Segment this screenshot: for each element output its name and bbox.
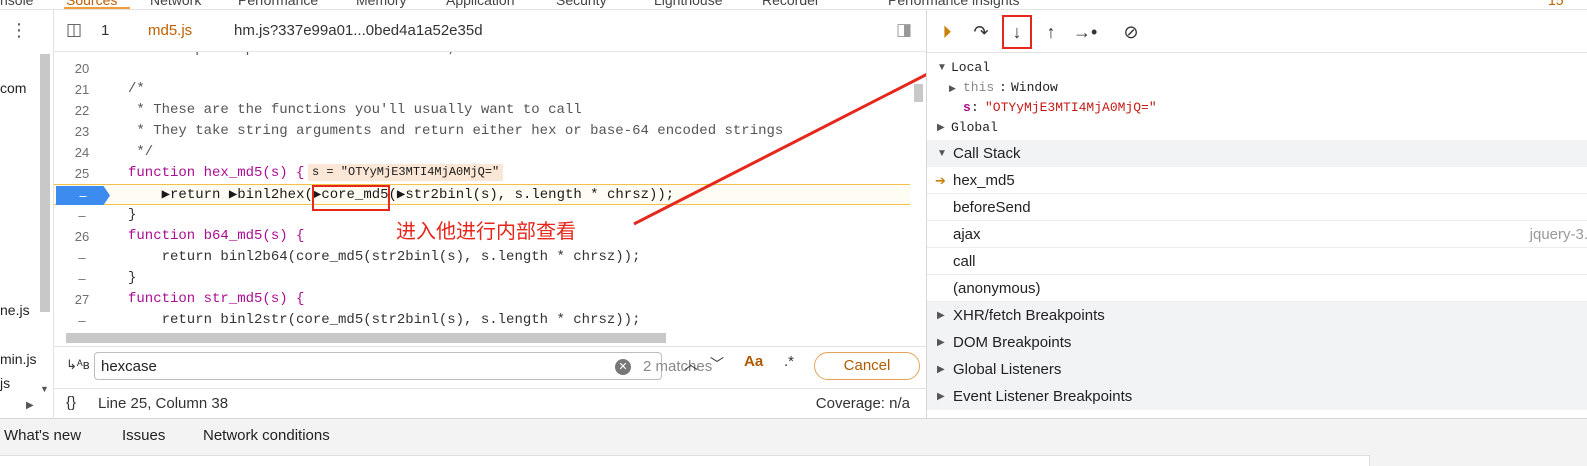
debugger-sidebar: ⏵ ↷ ↓ ↑ →• ⊘ ▼ Local ▶ this : Window s :… [926,10,1587,418]
expand-icon: ▶ [937,391,945,402]
previous-match-icon[interactable]: ︿ [684,354,698,374]
annotation-label: 进入他进行内部查看 [396,219,576,243]
step-icon[interactable]: →• [1073,20,1097,44]
frame-name: beforeSend [953,199,1031,216]
section-title: Global Listeners [953,361,1062,378]
match-count: 2 matches [643,358,713,375]
search-input[interactable]: hexcase ✕ 2 matches [94,352,712,380]
step-over-icon[interactable]: ↷ [969,20,993,44]
expand-icon: ▶ [937,337,945,348]
cursor-position: Line 25, Column 38 [98,395,229,412]
scope-s-key[interactable]: s [963,98,971,118]
call-frame[interactable]: beforeSend [927,194,1587,221]
step-out-icon[interactable]: ↑ [1039,20,1063,44]
frame-location: jquery-3. [1529,226,1587,243]
debugger-toolbar: ⏵ ↷ ↓ ↑ →• ⊘ [927,10,1587,53]
drawer: What's new Issues Network conditions [0,418,1587,466]
expand-this-icon[interactable]: ▶ [949,78,956,98]
pretty-print-icon[interactable]: {} [66,394,76,411]
section-title: DOM Breakpoints [953,334,1072,351]
drawer-tab-issues[interactable]: Issues [122,427,165,444]
call-stack-header[interactable]: ▼ Call Stack [927,140,1587,167]
section-dom-breakpoints[interactable]: ▶ DOM Breakpoints [927,329,1587,356]
clear-search-icon[interactable]: ✕ [615,359,631,375]
call-stack-title: Call Stack [953,145,1021,162]
call-frame[interactable]: (anonymous) [927,275,1587,302]
coverage-status: Coverage: n/a [815,395,910,412]
frame-name: hex_md5 [953,172,1015,189]
editor-status-bar: {} Line 25, Column 38 Coverage: n/a [54,388,926,418]
current-frame-arrow-icon: ➔ [935,173,946,188]
resume-icon[interactable]: ⏵ [935,20,959,44]
drawer-content [0,455,1370,466]
expand-icon: ▶ [937,310,945,321]
scope-this-value: Window [1011,80,1058,95]
section-global-listeners[interactable]: ▶ Global Listeners [927,356,1587,383]
call-frame[interactable]: ajax jquery-3. [927,221,1587,248]
deactivate-breakpoints-icon[interactable]: ⊘ [1119,20,1143,44]
cancel-search-button[interactable]: Cancel [814,352,920,380]
section-title: XHR/fetch Breakpoints [953,307,1105,324]
collapse-call-stack-icon: ▼ [937,148,947,159]
search-query: hexcase [101,358,157,375]
section-title: Event Listener Breakpoints [953,388,1133,405]
scope-s-value: "OTYyMjE3MTI4MjA0MjQ=" [985,100,1157,115]
drawer-tab-network-conditions[interactable]: Network conditions [203,427,330,444]
call-frame[interactable]: call [927,248,1587,275]
replace-toggle-icon[interactable]: ↳ᴬʙ [66,357,90,373]
scope-s-colon: : [971,100,979,115]
drawer-tab-whats-new[interactable]: What's new [4,427,81,444]
expand-icon: ▶ [937,364,945,375]
match-case-button[interactable]: Aa [744,353,763,370]
frame-name: (anonymous) [953,280,1041,297]
collapse-local-icon[interactable]: ▼ [937,58,947,78]
search-bar: ↳ᴬʙ hexcase ✕ 2 matches ︿ ﹀ Aa .* Cancel [54,346,926,386]
next-match-icon[interactable]: ﹀ [710,354,724,374]
section-xhr-breakpoints[interactable]: ▶ XHR/fetch Breakpoints [927,302,1587,329]
regex-button[interactable]: .* [784,353,794,370]
highlight-box [1002,15,1032,49]
scope-this-colon: : [999,80,1007,95]
scope-this-key[interactable]: this [963,78,994,98]
frame-name: ajax [953,226,981,243]
scope-global[interactable]: Global [951,118,998,138]
frame-name: call [953,253,976,270]
expand-global-icon[interactable]: ▶ [937,118,945,138]
section-event-listener-breakpoints[interactable]: ▶ Event Listener Breakpoints [927,383,1587,410]
scope-local[interactable]: Local [951,58,990,78]
call-frame[interactable]: ➔ hex_md5 [927,167,1587,194]
